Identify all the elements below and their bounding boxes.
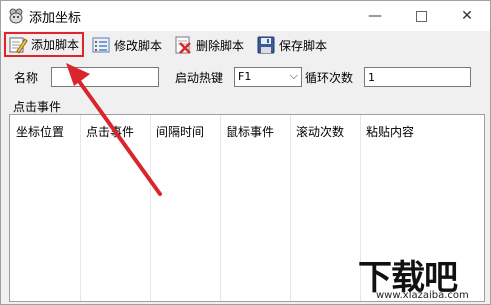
edit-script-label: 修改脚本	[114, 38, 163, 53]
edit-script-button[interactable]: 修改脚本	[91, 33, 162, 57]
delete-script-button[interactable]: 删除脚本	[173, 33, 244, 57]
hotkey-value: F1	[238, 70, 252, 83]
add-script-icon	[9, 37, 28, 54]
column-header[interactable]: 鼠标事件	[226, 123, 274, 140]
column-scroll-count: 滚动次数	[290, 115, 361, 301]
column-coordinate: 坐标位置	[10, 115, 81, 301]
title-bar: 添加坐标 — ✕	[1, 1, 490, 31]
delete-script-label: 删除脚本	[196, 38, 245, 53]
hotkey-label: 启动热键	[175, 71, 224, 85]
minimize-button[interactable]: —	[352, 1, 398, 31]
column-header[interactable]: 间隔时间	[156, 123, 204, 140]
column-header[interactable]: 粘贴内容	[366, 123, 414, 140]
watermark-url: www.xiazaiba.com	[376, 290, 469, 301]
column-header[interactable]: 坐标位置	[16, 123, 64, 140]
hotkey-select[interactable]: F1 ⌵	[234, 67, 302, 87]
watermark: 下载吧 www.xiazaiba.com	[352, 248, 491, 305]
add-script-label: 添加脚本	[31, 38, 80, 52]
name-input[interactable]	[51, 67, 159, 87]
column-mouse-event: 鼠标事件	[220, 115, 291, 301]
maximize-icon	[415, 10, 427, 22]
chevron-down-icon: ⌵	[289, 69, 298, 82]
window-title: 添加坐标	[29, 11, 82, 26]
toolbar: 添加脚本 修改脚本 删除脚本 保存脚本	[1, 31, 490, 59]
app-icon	[9, 8, 23, 24]
column-header[interactable]: 滚动次数	[296, 123, 344, 140]
delete-icon	[175, 36, 191, 54]
maximize-button[interactable]	[398, 1, 444, 31]
loop-count-label: 循环次数	[305, 71, 354, 85]
name-label: 名称	[14, 71, 39, 85]
click-events-group-label: 点击事件	[13, 100, 62, 114]
column-click-event: 点击事件	[80, 115, 151, 301]
column-interval: 间隔时间	[150, 115, 221, 301]
save-script-label: 保存脚本	[279, 38, 328, 53]
edit-list-icon	[92, 37, 110, 53]
save-script-button[interactable]: 保存脚本	[256, 33, 327, 57]
save-disk-icon	[257, 36, 275, 54]
close-button[interactable]: ✕	[444, 1, 490, 31]
loop-count-input[interactable]	[364, 67, 471, 87]
add-script-button[interactable]: 添加脚本	[4, 32, 84, 57]
column-header[interactable]: 点击事件	[86, 123, 134, 140]
